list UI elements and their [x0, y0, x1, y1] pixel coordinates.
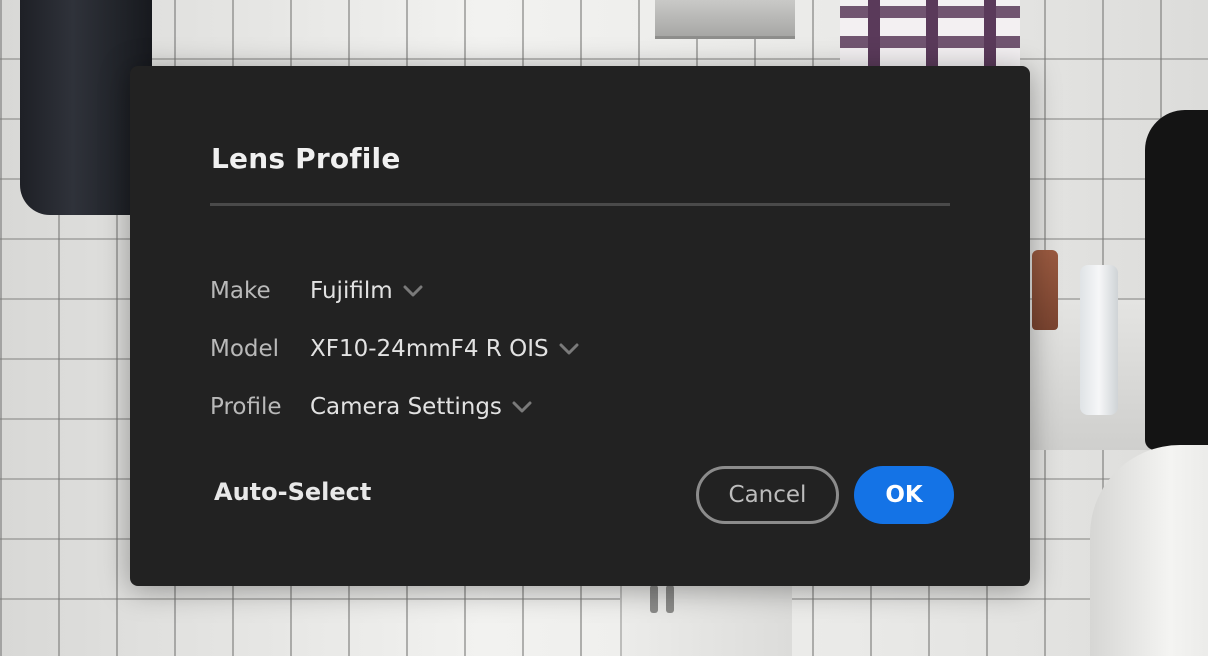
cabinet-handle — [650, 585, 658, 613]
profile-value: Camera Settings — [310, 394, 502, 420]
chevron-down-icon — [559, 342, 579, 356]
lotion-bottle — [1080, 265, 1118, 415]
soap-bottle — [1032, 250, 1058, 330]
cancel-button[interactable]: Cancel — [696, 466, 839, 524]
profile-row: Profile Camera Settings — [210, 389, 532, 425]
model-value: XF10-24mmF4 R OIS — [310, 336, 549, 362]
title-divider — [210, 203, 950, 206]
cabinet — [620, 580, 792, 656]
shower-curtain — [840, 0, 1020, 66]
make-dropdown[interactable]: Fujifilm — [310, 278, 423, 304]
model-dropdown[interactable]: XF10-24mmF4 R OIS — [310, 336, 579, 362]
shelf — [655, 0, 795, 39]
chevron-down-icon — [403, 284, 423, 298]
chevron-down-icon — [512, 400, 532, 414]
model-label: Model — [210, 336, 280, 362]
profile-label: Profile — [210, 394, 282, 420]
lens-profile-dialog: Lens Profile Make Fujifilm Model XF10-24… — [130, 66, 1030, 586]
auto-select-button[interactable]: Auto-Select — [214, 478, 371, 506]
make-label: Make — [210, 278, 271, 304]
make-value: Fujifilm — [310, 278, 393, 304]
toilet — [1090, 445, 1208, 656]
make-row: Make Fujifilm — [210, 273, 423, 309]
model-row: Model XF10-24mmF4 R OIS — [210, 331, 579, 367]
profile-dropdown[interactable]: Camera Settings — [310, 394, 532, 420]
ok-button[interactable]: OK — [854, 466, 954, 524]
hanging-coat — [1145, 110, 1208, 450]
cabinet-handle — [666, 585, 674, 613]
dialog-title: Lens Profile — [211, 142, 401, 175]
